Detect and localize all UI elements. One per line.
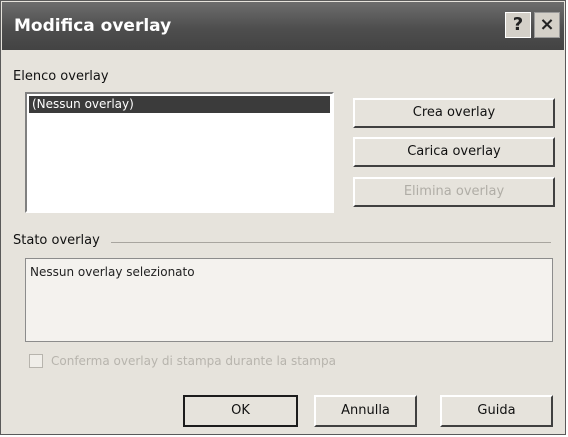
close-icon[interactable]: × xyxy=(534,12,560,38)
list-item-selected[interactable]: (Nessun overlay) xyxy=(29,96,330,113)
ok-button[interactable]: OK xyxy=(183,395,298,427)
status-separator xyxy=(111,242,551,243)
delete-overlay-button[interactable]: Elimina overlay xyxy=(353,177,555,207)
cancel-button[interactable]: Annulla xyxy=(314,395,417,427)
overlay-status-box: Nessun overlay selezionato xyxy=(25,258,553,342)
confirm-overlay-checkbox[interactable] xyxy=(29,354,43,368)
confirm-overlay-checkbox-label: Conferma overlay di stampa durante la st… xyxy=(51,354,336,368)
modify-overlay-dialog: Modifica overlay ? × Elenco overlay (Nes… xyxy=(0,0,566,435)
title-bar[interactable]: Modifica overlay ? × xyxy=(2,2,564,50)
overlay-list-label: Elenco overlay xyxy=(13,69,109,84)
overlay-status-label: Stato overlay xyxy=(13,233,100,248)
load-overlay-button[interactable]: Carica overlay xyxy=(353,137,555,167)
create-overlay-button[interactable]: Crea overlay xyxy=(353,98,555,128)
overlay-list[interactable]: (Nessun overlay) xyxy=(25,92,334,213)
help-button[interactable]: Guida xyxy=(440,395,553,427)
help-icon[interactable]: ? xyxy=(505,12,531,38)
overlay-status-text: Nessun overlay selezionato xyxy=(30,265,195,279)
window-title: Modifica overlay xyxy=(14,16,172,36)
